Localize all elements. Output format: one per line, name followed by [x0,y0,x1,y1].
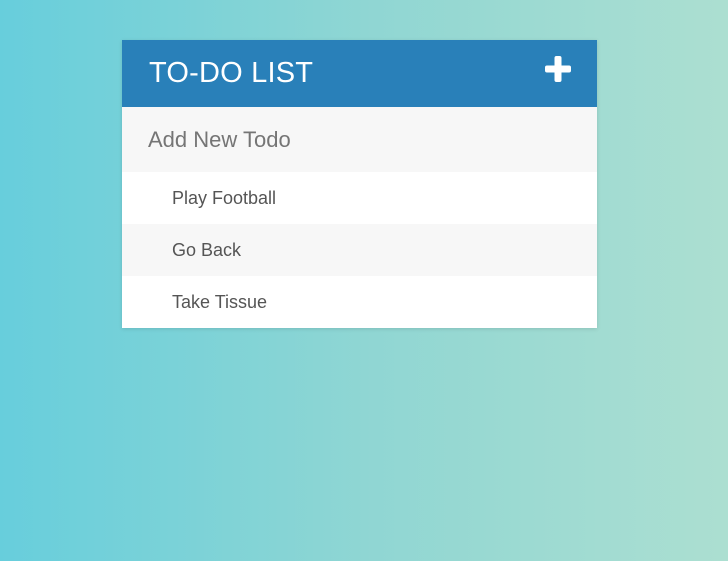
plus-icon [545,55,571,82]
todo-header: TO-DO LIST [122,40,597,107]
new-todo-input[interactable] [122,107,597,172]
todo-item-go-back[interactable]: Go Back [122,224,597,276]
todo-item-take-tissue[interactable]: Take Tissue [122,276,597,328]
todo-list: Play Football Go Back Take Tissue [122,172,597,328]
page-title: TO-DO LIST [149,57,314,89]
todo-item-play-football[interactable]: Play Football [122,172,597,224]
add-todo-button[interactable] [543,54,573,84]
todo-card: TO-DO LIST Play Football Go Back Take Ti… [122,40,597,328]
